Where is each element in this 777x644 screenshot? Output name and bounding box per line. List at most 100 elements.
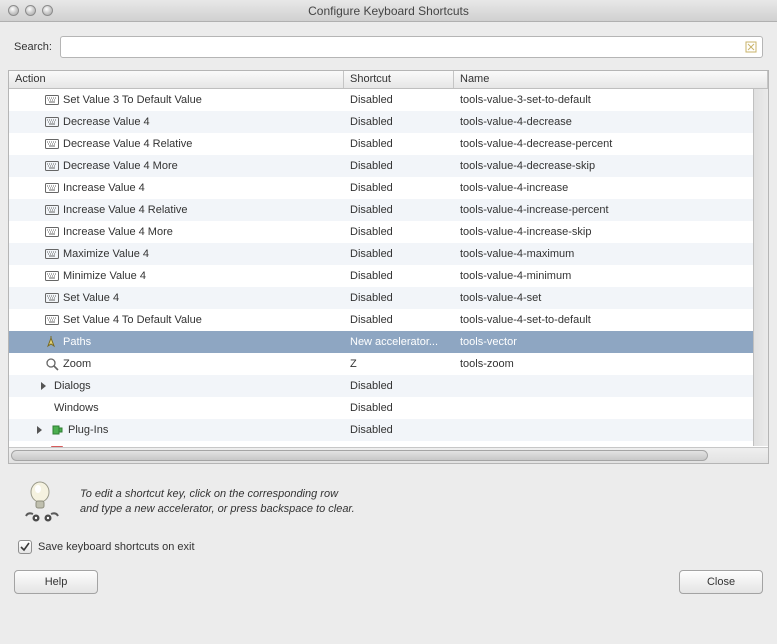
shortcut-cell[interactable]: Disabled <box>344 292 454 304</box>
shortcut-cell[interactable]: Disabled <box>344 402 454 414</box>
minimize-traffic-light[interactable] <box>25 5 36 16</box>
close-traffic-light[interactable] <box>8 5 19 16</box>
save-on-exit-checkbox[interactable] <box>18 540 32 554</box>
shortcut-cell[interactable]: Disabled <box>344 248 454 260</box>
table-row[interactable]: ZoomZtools-zoom <box>9 353 768 375</box>
column-action[interactable]: Action <box>9 71 344 88</box>
name-cell: tools-value-4-decrease-percent <box>454 138 768 150</box>
column-name[interactable]: Name <box>454 71 768 88</box>
shortcut-cell[interactable]: Disabled <box>344 204 454 216</box>
keyboard-icon <box>45 291 59 305</box>
table-header: Action Shortcut Name <box>9 71 768 89</box>
action-label: Windows <box>54 402 99 414</box>
table-row[interactable]: Increase Value 4Disabledtools-value-4-in… <box>9 177 768 199</box>
action-cell[interactable]: Set Value 4 To Default Value <box>9 313 344 327</box>
close-button[interactable]: Close <box>679 570 763 594</box>
disclosure-triangle-icon[interactable] <box>37 426 46 435</box>
action-label: Plug-Ins <box>68 424 108 436</box>
table-row[interactable]: Decrease Value 4 Relative Disabledtools-v… <box>9 133 768 155</box>
shortcut-cell[interactable]: Disabled <box>344 270 454 282</box>
action-cell[interactable]: Windows <box>9 402 344 414</box>
clear-search-icon[interactable] <box>744 40 758 54</box>
save-on-exit-row: Save keyboard shortcuts on exit <box>0 536 777 570</box>
hint-line-1: To edit a shortcut key, click on the cor… <box>80 487 355 502</box>
action-label: Increase Value 4 <box>63 182 145 194</box>
action-label: Decrease Value 4 Relative <box>63 138 192 150</box>
search-input[interactable] <box>67 41 744 53</box>
action-cell[interactable]: Decrease Value 4 Relative <box>9 137 344 151</box>
table-row[interactable]: Plug-Ins Disabled <box>9 419 768 441</box>
action-cell[interactable]: Zoom <box>9 357 344 371</box>
shortcut-cell[interactable]: Disabled <box>344 182 454 194</box>
action-label: Decrease Value 4 <box>63 116 150 128</box>
table-row[interactable]: Maximize Value 4Disabledtools-value-4-ma… <box>9 243 768 265</box>
action-cell[interactable]: Set Value 3 To Default Value <box>9 93 344 107</box>
zoom-traffic-light[interactable] <box>42 5 53 16</box>
keyboard-icon <box>45 181 59 195</box>
action-cell[interactable]: Decrease Value 4 <box>9 115 344 129</box>
help-button[interactable]: Help <box>14 570 98 594</box>
action-cell[interactable]: Dialogs <box>9 380 344 392</box>
table-row[interactable]: Decrease Value 4 More Disabledtools-value… <box>9 155 768 177</box>
table-row[interactable]: Set Value 4Disabledtools-value-4-set <box>9 287 768 309</box>
action-label: Dialogs <box>54 380 91 392</box>
action-label: Increase Value 4 Relative <box>63 204 188 216</box>
action-cell[interactable]: Maximize Value 4 <box>9 247 344 261</box>
shortcut-cell[interactable]: Disabled <box>344 138 454 150</box>
column-shortcut[interactable]: Shortcut <box>344 71 454 88</box>
action-label: Paths <box>63 336 91 348</box>
action-cell[interactable]: Increase Value 4 <box>9 181 344 195</box>
table-row[interactable]: Windows Disabled <box>9 397 768 419</box>
vertical-scrollbar[interactable] <box>753 89 768 446</box>
action-cell[interactable]: Plug-Ins <box>9 423 344 437</box>
action-cell[interactable]: Set Value 4 <box>9 291 344 305</box>
action-cell[interactable]: Minimize Value 4 <box>9 269 344 283</box>
table-row[interactable]: Decrease Value 4 Disabledtools-value-4-de… <box>9 111 768 133</box>
table-row[interactable]: PathsNew accelerator...tools-vector <box>9 331 768 353</box>
table-row[interactable]: Increase Value 4 MoreDisabledtools-value… <box>9 221 768 243</box>
keyboard-icon <box>45 269 59 283</box>
action-label: Set Value 4 <box>63 292 119 304</box>
horizontal-scroll-thumb[interactable] <box>11 450 708 461</box>
keyboard-icon <box>45 159 59 173</box>
shortcut-cell[interactable]: Disabled <box>344 94 454 106</box>
keyboard-icon <box>45 115 59 129</box>
table-row[interactable]: Minimize Value 4Disabledtools-value-4-mi… <box>9 265 768 287</box>
save-on-exit-label: Save keyboard shortcuts on exit <box>38 541 195 553</box>
name-cell: tools-value-4-decrease-skip <box>454 160 768 172</box>
shortcut-cell[interactable]: Disabled <box>344 226 454 238</box>
table-row[interactable]: Increase Value 4 RelativeDisabledtools-v… <box>9 199 768 221</box>
window-controls <box>8 5 53 16</box>
keyboard-icon <box>45 203 59 217</box>
disclosure-triangle-icon[interactable] <box>41 382 50 391</box>
shortcut-cell[interactable]: Disabled <box>344 160 454 172</box>
zoom-icon <box>45 357 59 371</box>
shortcut-cell[interactable]: Disabled <box>344 116 454 128</box>
action-cell[interactable]: Paths <box>9 335 344 349</box>
shortcut-cell[interactable]: New accelerator... <box>344 336 454 348</box>
action-cell[interactable]: Increase Value 4 More <box>9 225 344 239</box>
shortcuts-table: Action Shortcut Name Set Value 3 To Defa… <box>8 70 769 464</box>
horizontal-scrollbar[interactable] <box>9 447 768 463</box>
window-title: Configure Keyboard Shortcuts <box>0 4 777 18</box>
shortcut-cell[interactable]: Disabled <box>344 314 454 326</box>
shortcut-cell[interactable]: Disabled <box>344 424 454 436</box>
hint-text: To edit a shortcut key, click on the cor… <box>80 487 355 517</box>
shortcut-cell[interactable]: Z <box>344 358 454 370</box>
action-cell[interactable]: Decrease Value 4 More <box>9 159 344 173</box>
search-box[interactable] <box>60 36 763 58</box>
table-body[interactable]: Set Value 3 To Default ValueDisabledtool… <box>9 89 768 447</box>
search-label: Search: <box>14 41 52 53</box>
shortcut-cell[interactable]: Disabled <box>344 380 454 392</box>
action-label: Decrease Value 4 More <box>63 160 178 172</box>
table-row[interactable]: Dialogs Disabled <box>9 375 768 397</box>
table-row[interactable]: Set Value 4 To Default ValueDisabledtool… <box>9 309 768 331</box>
keyboard-icon <box>45 137 59 151</box>
hint-box: To edit a shortcut key, click on the cor… <box>0 464 777 536</box>
name-cell: tools-value-4-maximum <box>454 248 768 260</box>
action-label: Set Value 4 To Default Value <box>63 314 202 326</box>
table-row[interactable]: Set Value 3 To Default ValueDisabledtool… <box>9 89 768 111</box>
pen-icon <box>45 335 59 349</box>
name-cell: tools-value-4-decrease <box>454 116 768 128</box>
action-cell[interactable]: Increase Value 4 Relative <box>9 203 344 217</box>
